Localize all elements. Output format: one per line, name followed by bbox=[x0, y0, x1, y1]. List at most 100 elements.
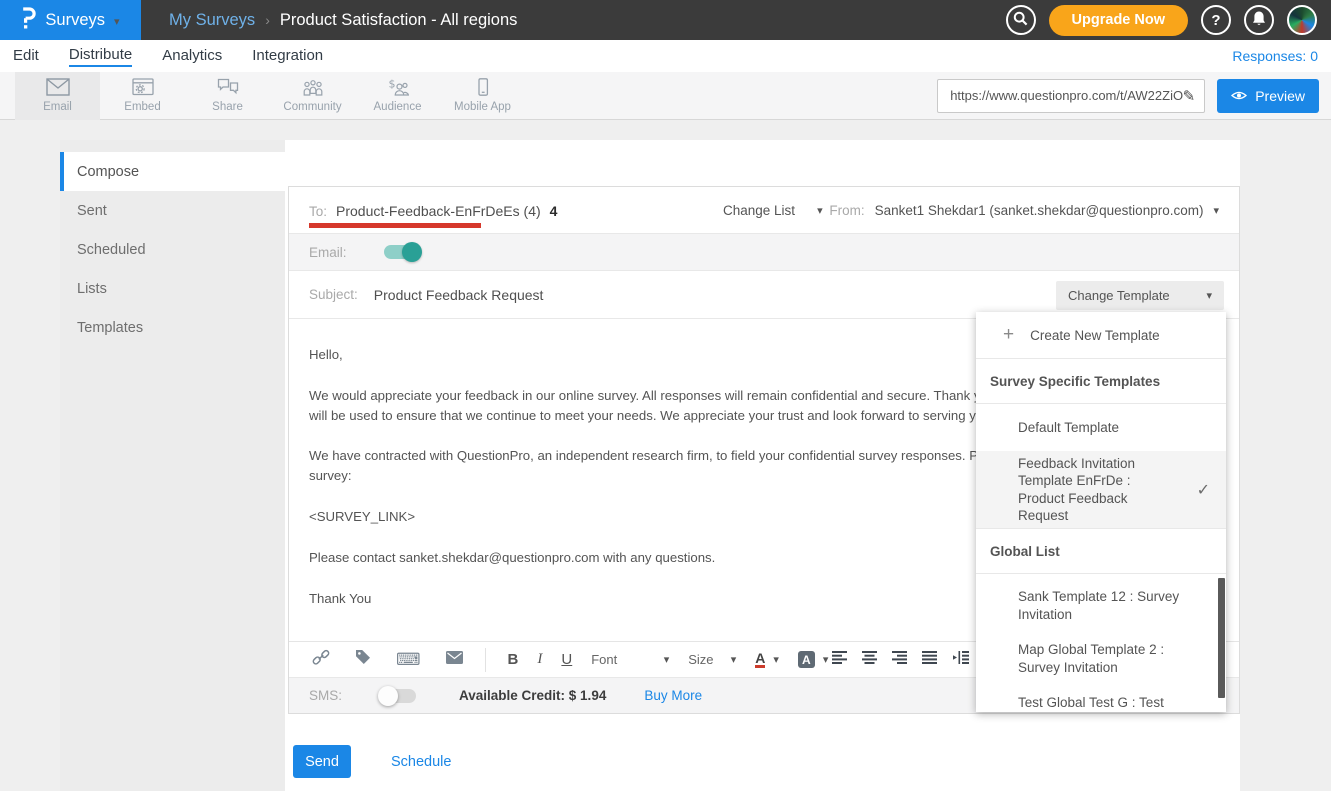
product-menu[interactable]: Surveys ▾ bbox=[0, 0, 141, 40]
notifications-button[interactable] bbox=[1244, 5, 1274, 35]
channel-share[interactable]: Share bbox=[185, 72, 270, 120]
align-center-icon[interactable] bbox=[862, 651, 878, 669]
breadcrumb-separator-icon: › bbox=[265, 12, 270, 28]
template-item-test-global-g[interactable]: Test Global Test G : Test RAA G bbox=[976, 694, 1226, 712]
mail-merge-icon[interactable] bbox=[446, 651, 463, 669]
link-icon[interactable] bbox=[312, 649, 330, 671]
chevron-down-icon: ▾ bbox=[731, 653, 737, 666]
toolbar-divider bbox=[485, 648, 486, 672]
tab-analytics[interactable]: Analytics bbox=[162, 47, 222, 66]
preview-label: Preview bbox=[1255, 88, 1305, 104]
align-right-icon[interactable] bbox=[892, 651, 908, 669]
keyboard-icon[interactable]: ⌨ bbox=[396, 650, 421, 670]
tab-distribute[interactable]: Distribute bbox=[69, 46, 132, 67]
send-button[interactable]: Send bbox=[293, 745, 351, 778]
selected-template-label: Feedback Invitation Template EnFrDe : Pr… bbox=[1018, 455, 1178, 524]
channel-toolbar: Email Embed Share Community $ Audience bbox=[0, 72, 1331, 120]
to-list-name[interactable]: Product-Feedback-EnFrDeEs (4) bbox=[336, 203, 541, 219]
text-color-dropdown[interactable]: A ▾ bbox=[755, 651, 779, 669]
template-item-selected[interactable]: Feedback Invitation Template EnFrDe : Pr… bbox=[976, 451, 1226, 529]
create-new-template-item[interactable]: + Create New Template bbox=[976, 312, 1226, 359]
bell-icon bbox=[1251, 10, 1267, 31]
toolbar-right: https://www.questionpro.com/t/AW22ZiOP ✎… bbox=[937, 79, 1331, 113]
chevron-down-icon: ▾ bbox=[114, 15, 120, 28]
sidebar-item-scheduled[interactable]: Scheduled bbox=[60, 230, 285, 269]
template-item-map-global-2[interactable]: Map Global Template 2 : Survey Invitatio… bbox=[976, 641, 1226, 676]
text-color-icon: A bbox=[755, 651, 765, 669]
channel-audience[interactable]: $ Audience bbox=[355, 72, 440, 120]
responses-count[interactable]: Responses: 0 bbox=[1232, 48, 1331, 64]
global-template-list: Sank Template 12 : Survey Invitation Map… bbox=[976, 574, 1226, 712]
tab-edit[interactable]: Edit bbox=[13, 47, 39, 66]
change-template-menu: + Create New Template Survey Specific Te… bbox=[976, 312, 1226, 712]
indent-icon[interactable] bbox=[952, 651, 969, 669]
schedule-link[interactable]: Schedule bbox=[391, 754, 451, 770]
buy-more-link[interactable]: Buy More bbox=[644, 688, 702, 703]
underline-button[interactable]: U bbox=[561, 651, 572, 668]
background-color-dropdown[interactable]: A ▾ bbox=[798, 651, 829, 668]
sms-label: SMS: bbox=[309, 688, 342, 703]
to-alert-underline bbox=[309, 223, 481, 228]
sidebar-item-sent[interactable]: Sent bbox=[60, 191, 285, 230]
chevron-down-icon: ▾ bbox=[773, 653, 779, 666]
font-size-dropdown[interactable]: Size ▾ bbox=[688, 652, 736, 667]
font-family-dropdown[interactable]: Font ▾ bbox=[591, 652, 669, 667]
edit-url-icon[interactable]: ✎ bbox=[1183, 87, 1196, 105]
preview-button[interactable]: Preview bbox=[1217, 79, 1319, 113]
browser-gear-icon bbox=[132, 78, 154, 99]
from-dropdown[interactable]: From: Sanket1 Shekdar1 (sanket.shekdar@q… bbox=[829, 203, 1219, 218]
template-item-sank-12[interactable]: Sank Template 12 : Survey Invitation bbox=[976, 588, 1226, 623]
channel-community[interactable]: Community bbox=[270, 72, 355, 120]
italic-button[interactable]: I bbox=[537, 651, 542, 668]
channel-email-label: Email bbox=[43, 101, 72, 113]
dollar-people-icon: $ bbox=[387, 78, 409, 99]
eye-icon bbox=[1231, 88, 1247, 104]
toggle-knob bbox=[402, 242, 422, 262]
help-button[interactable]: ? bbox=[1201, 5, 1231, 35]
envelope-icon bbox=[46, 78, 70, 99]
change-list-label: Change List bbox=[723, 203, 795, 218]
channel-audience-label: Audience bbox=[374, 101, 422, 113]
recipient-row: To: Product-Feedback-EnFrDeEs (4) 4 Chan… bbox=[289, 187, 1239, 234]
subject-input[interactable]: Product Feedback Request bbox=[374, 287, 544, 303]
app-window: Surveys ▾ My Surveys › Product Satisfact… bbox=[0, 0, 1331, 791]
from-label: From: bbox=[829, 203, 864, 218]
available-credit: Available Credit: $ 1.94 bbox=[459, 688, 606, 703]
breadcrumb: My Surveys › Product Satisfaction - All … bbox=[169, 11, 517, 30]
sms-toggle[interactable] bbox=[381, 689, 416, 703]
to-group: To: Product-Feedback-EnFrDeEs (4) 4 bbox=[309, 193, 723, 228]
channel-mobile-label: Mobile App bbox=[454, 101, 511, 113]
align-justify-icon[interactable] bbox=[922, 651, 938, 669]
tab-integration[interactable]: Integration bbox=[252, 47, 323, 66]
from-value: Sanket1 Shekdar1 (sanket.shekdar@questio… bbox=[875, 203, 1204, 218]
channel-embed-label: Embed bbox=[124, 101, 160, 113]
bold-button[interactable]: B bbox=[508, 651, 519, 668]
chevron-down-icon: ▾ bbox=[664, 653, 670, 666]
chevron-down-icon: ▾ bbox=[823, 653, 829, 666]
to-recipient-count: 4 bbox=[550, 203, 558, 219]
toggle-knob bbox=[378, 686, 398, 706]
sidebar-item-compose[interactable]: Compose bbox=[60, 152, 285, 191]
email-toggle[interactable] bbox=[384, 245, 419, 259]
sidebar-item-templates[interactable]: Templates bbox=[60, 308, 285, 347]
page-title: Product Satisfaction - All regions bbox=[280, 11, 518, 30]
survey-url-field[interactable]: https://www.questionpro.com/t/AW22ZiOP ✎ bbox=[937, 79, 1205, 113]
channel-embed[interactable]: Embed bbox=[100, 72, 185, 120]
check-icon: ✓ bbox=[1197, 480, 1210, 500]
change-list-dropdown[interactable]: Change List ▾ bbox=[723, 203, 823, 218]
plus-icon: + bbox=[1003, 324, 1014, 346]
user-avatar[interactable] bbox=[1287, 5, 1317, 35]
search-button[interactable] bbox=[1006, 5, 1036, 35]
sidebar-item-lists[interactable]: Lists bbox=[60, 269, 285, 308]
chevron-down-icon: ▾ bbox=[1213, 204, 1219, 217]
align-left-icon[interactable] bbox=[832, 651, 848, 669]
channel-mobile-app[interactable]: Mobile App bbox=[440, 72, 525, 120]
channel-email[interactable]: Email bbox=[15, 72, 100, 120]
upgrade-now-button[interactable]: Upgrade Now bbox=[1049, 5, 1188, 36]
template-item-default[interactable]: Default Template bbox=[976, 404, 1226, 451]
change-template-button[interactable]: Change Template ▾ bbox=[1056, 281, 1224, 310]
dropdown-scrollbar[interactable] bbox=[1218, 578, 1225, 698]
section-survey-specific-templates: Survey Specific Templates bbox=[976, 359, 1226, 404]
tag-icon[interactable] bbox=[355, 649, 371, 670]
breadcrumb-my-surveys[interactable]: My Surveys bbox=[169, 11, 255, 30]
